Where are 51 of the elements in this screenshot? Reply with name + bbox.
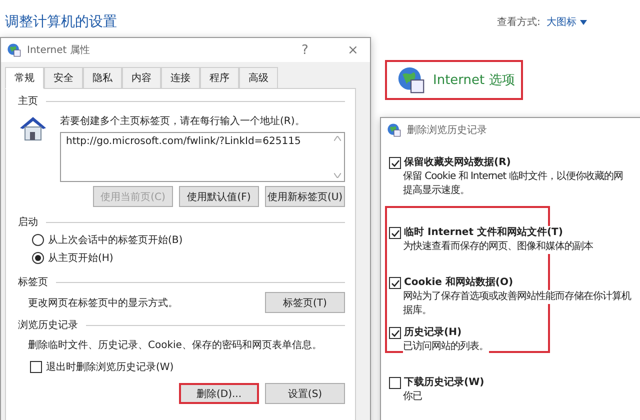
option-description: 网站为了保存首选项或改善网站性能而存储在你计算机 — [403, 290, 631, 304]
window-title: Internet 属性 — [27, 44, 91, 57]
tab[interactable]: 连接 — [161, 67, 200, 89]
close-button[interactable]: × — [342, 42, 364, 58]
instruction-text: 若要创建多个主页标签页，请在每行输入一个地址(R)。 — [60, 114, 306, 128]
option-description: 已访问网站的列表。 — [403, 340, 488, 354]
home-page-button[interactable]: 使用默认值(F) — [179, 186, 259, 207]
view-by-label: 查看方式: — [497, 16, 540, 29]
home-page-button[interactable]: 使用新标签页(U) — [265, 186, 345, 207]
section-title: 启动 — [18, 216, 38, 229]
tab[interactable]: 常规 — [5, 67, 44, 89]
option-label[interactable]: 临时 Internet 文件和网站文件(T) — [389, 226, 563, 240]
radio-button[interactable] — [32, 252, 44, 264]
section-title: 浏览历史记录 — [18, 318, 78, 332]
globe-icon — [397, 66, 425, 94]
option-label[interactable]: 保留收藏夹网站数据(R) — [389, 156, 511, 170]
option-label[interactable]: 历史记录(H) — [389, 326, 462, 340]
checkbox[interactable] — [389, 157, 401, 169]
tab[interactable]: 内容 — [122, 67, 161, 89]
globe-icon — [387, 123, 401, 137]
startup-option[interactable]: 从上次会话中的标签页开始(B) — [32, 233, 345, 247]
option-description: 为快速查看而保存的网页、图像和媒体的副本 — [403, 240, 593, 254]
section-title: 标签页 — [18, 276, 48, 289]
page-title: 调整计算机的设置 — [5, 13, 117, 31]
house-icon — [18, 114, 48, 142]
checkbox[interactable] — [389, 327, 401, 339]
checkbox[interactable] — [30, 361, 42, 373]
tabs-button[interactable]: 标签页(T) — [265, 292, 345, 313]
checkbox[interactable] — [389, 227, 401, 239]
help-button[interactable]: ? — [294, 42, 316, 58]
tab[interactable]: 高级 — [239, 67, 278, 89]
internet-options-item[interactable]: Internet 选项 — [385, 60, 523, 100]
tabs-description: 更改网页在标签页中的显示方式。 — [28, 296, 178, 310]
window-title: 删除浏览历史记录 — [407, 124, 488, 137]
option-label[interactable]: Cookie 和网站数据(O) — [389, 276, 514, 290]
history-button[interactable]: 设置(S) — [265, 383, 345, 404]
history-description: 删除临时文件、历史记录、Cookie、保存的密码和网页表单信息。 — [28, 338, 322, 352]
globe-icon — [7, 43, 21, 57]
checkbox[interactable] — [389, 377, 401, 389]
history-button[interactable]: 删除(D)... — [179, 383, 259, 404]
caret-icon — [580, 20, 588, 24]
delete-on-exit-option[interactable]: 退出时删除浏览历史记录(W) — [30, 360, 174, 374]
view-by-dropdown[interactable]: 大图标 — [546, 15, 588, 29]
startup-option[interactable]: 从主页开始(H) — [32, 251, 345, 265]
option-label[interactable]: 下载历史记录(W) — [389, 376, 484, 390]
section-title: 主页 — [18, 94, 38, 108]
tab[interactable]: 隐私 — [83, 67, 122, 89]
radio-button[interactable] — [32, 234, 44, 246]
tab[interactable]: 安全 — [44, 67, 83, 89]
tab[interactable]: 程序 — [200, 67, 239, 89]
checkbox[interactable] — [389, 277, 401, 289]
